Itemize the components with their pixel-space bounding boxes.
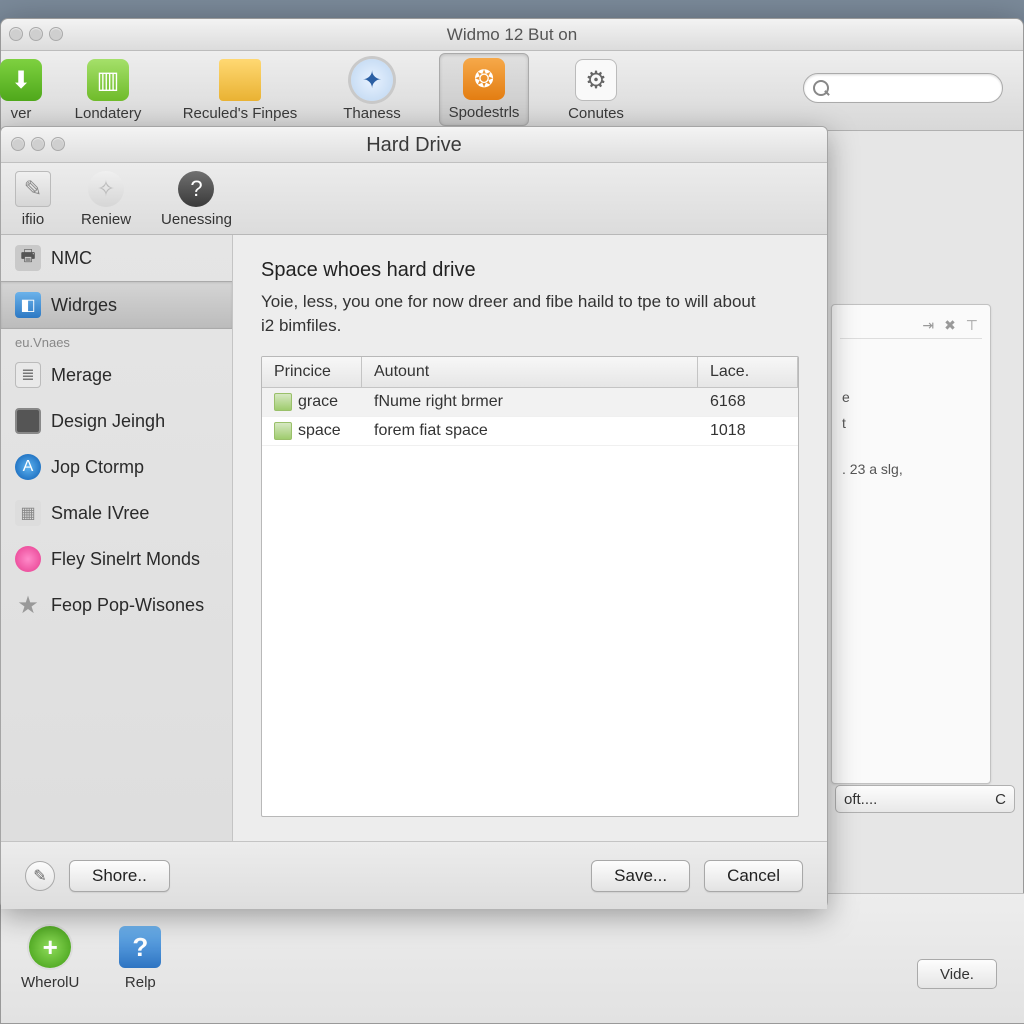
content-desc: Yoie, less, you one for now dreer and fi… <box>261 290 771 338</box>
pencil-icon: ✎ <box>33 866 46 886</box>
col-autount[interactable]: Autount <box>362 357 698 387</box>
dialog-sidebar: 🖶 NMC ◧ Widrges eu.Vnaes ≣ Merage Design… <box>1 235 233 841</box>
printer-icon: 🖶 <box>15 245 41 271</box>
main-title: Widmo 12 But on <box>447 25 577 44</box>
info-tab-icon[interactable]: ✖ <box>944 317 956 334</box>
arrow-down-icon: ⬇ <box>0 59 42 101</box>
close-icon[interactable] <box>9 27 23 41</box>
folder-icon <box>219 59 261 101</box>
minimize-icon[interactable] <box>29 27 43 41</box>
content-heading: Space whoes hard drive <box>261 259 799 282</box>
dialog-title: Hard Drive <box>366 134 462 156</box>
question-icon: ? <box>178 171 214 207</box>
table-header: Princice Autount Lace. <box>262 357 798 388</box>
side-feop[interactable]: ★ Feop Pop-Wisones <box>1 582 232 628</box>
table-row[interactable]: space forem fiat space 1018 <box>262 417 798 446</box>
info-line: e <box>842 389 982 405</box>
file-icon <box>274 393 292 411</box>
help-icon: ? <box>119 926 161 968</box>
tb-londatery[interactable]: ▥ Londatery <box>63 59 153 126</box>
hard-drive-dialog: Hard Drive ✎ ifiio ✧ Reniew ? Uenessing … <box>0 126 828 908</box>
close-icon[interactable] <box>11 137 25 151</box>
tb-ver[interactable]: ⬇ ver <box>1 59 41 126</box>
tb-thaness[interactable]: ✦ Thaness <box>327 59 417 126</box>
info-tab-icon[interactable]: ⇥ <box>922 317 934 334</box>
side-fley[interactable]: Fley Sinelrt Monds <box>1 536 232 582</box>
zoom-icon[interactable] <box>51 137 65 151</box>
search-input[interactable] <box>803 73 1003 103</box>
dialog-footer: ✎ Shore.. Save... Cancel <box>1 841 827 909</box>
edit-button[interactable]: ✎ <box>25 861 55 891</box>
plus-icon: + <box>29 926 71 968</box>
tb-conutes[interactable]: ⚙ Conutes <box>551 59 641 126</box>
zoom-icon[interactable] <box>49 27 63 41</box>
main-toolbar: ⬇ ver ▥ Londatery Reculed's Finpes ✦ Tha… <box>1 51 1023 131</box>
lightbulb-icon: ✧ <box>88 171 124 207</box>
bg-dropdown[interactable]: oft.... C <box>835 785 1015 813</box>
save-button[interactable]: Save... <box>591 860 690 892</box>
tool-ifilo[interactable]: ✎ ifiio <box>15 171 51 228</box>
preferences-icon: ⚙ <box>575 59 617 101</box>
bottom-relp[interactable]: ? Relp <box>119 926 161 991</box>
tool-uenessing[interactable]: ? Uenessing <box>161 171 232 228</box>
col-princice[interactable]: Princice <box>262 357 362 387</box>
dialog-traffic-lights[interactable] <box>11 137 65 151</box>
info-tab-icon[interactable]: ⊤ <box>966 317 978 334</box>
widget-icon: ◧ <box>15 292 41 318</box>
side-smale[interactable]: ▦ Smale IVree <box>1 490 232 536</box>
info-line: t <box>842 415 982 431</box>
info-panel-tabs[interactable]: ⇥ ✖ ⊤ <box>840 313 982 339</box>
compass-icon: ✦ <box>351 59 393 101</box>
shore-button[interactable]: Shore.. <box>69 860 170 892</box>
document-icon: ≣ <box>15 362 41 388</box>
drive-table: Princice Autount Lace. grace fNume right… <box>261 356 799 817</box>
bottom-wherolu[interactable]: + WherolU <box>21 926 79 991</box>
tb-spodestrls[interactable]: ❂ Spodestrls <box>439 53 529 126</box>
side-widrges[interactable]: ◧ Widrges <box>1 281 232 329</box>
minimize-icon[interactable] <box>31 137 45 151</box>
dialog-toolbar: ✎ ifiio ✧ Reniew ? Uenessing <box>1 163 827 235</box>
col-lace[interactable]: Lace. <box>698 357 798 387</box>
file-icon <box>274 422 292 440</box>
app-icon: A <box>15 454 41 480</box>
info-line: . 23 a slg, <box>842 461 982 477</box>
vide-button[interactable]: Vide. <box>917 959 997 989</box>
main-traffic-lights[interactable] <box>9 27 63 41</box>
grid-icon: ▦ <box>15 500 41 526</box>
flower-icon <box>15 546 41 572</box>
dialog-titlebar: Hard Drive <box>1 127 827 163</box>
table-rows: grace fNume right brmer 6168 space forem… <box>262 388 798 816</box>
search-wrapper <box>803 73 1003 103</box>
main-titlebar: Widmo 12 But on <box>1 19 1023 51</box>
dialog-content: Space whoes hard drive Yoie, less, you o… <box>233 235 827 841</box>
side-jop[interactable]: A Jop Ctormp <box>1 444 232 490</box>
side-nmc[interactable]: 🖶 NMC <box>1 235 232 281</box>
dialog-body: 🖶 NMC ◧ Widrges eu.Vnaes ≣ Merage Design… <box>1 235 827 841</box>
side-design[interactable]: Design Jeingh <box>1 398 232 444</box>
tb-reculeds[interactable]: Reculed's Finpes <box>175 59 305 126</box>
cancel-button[interactable]: Cancel <box>704 860 803 892</box>
tool-reniew[interactable]: ✧ Reniew <box>81 171 131 228</box>
bottom-bar: + WherolU ? Relp Vide. <box>1 893 1024 1023</box>
side-merage[interactable]: ≣ Merage <box>1 352 232 398</box>
table-row[interactable]: grace fNume right brmer 6168 <box>262 388 798 417</box>
document-icon: ✎ <box>15 171 51 207</box>
swirl-icon: ❂ <box>463 58 505 100</box>
info-panel: ⇥ ✖ ⊤ e t . 23 a slg, <box>831 304 991 784</box>
display-icon <box>15 408 41 434</box>
sidebar-heading: eu.Vnaes <box>1 329 232 352</box>
star-icon: ★ <box>15 592 41 618</box>
book-icon: ▥ <box>87 59 129 101</box>
